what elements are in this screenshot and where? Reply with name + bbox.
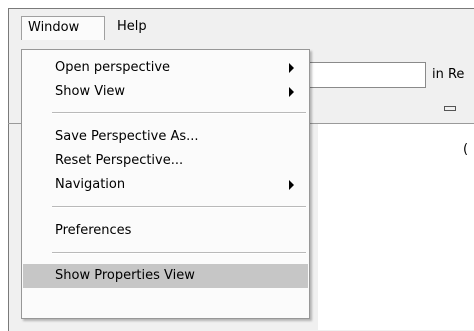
submenu-arrow-icon: [289, 87, 294, 97]
search-scope-label: in Re: [432, 67, 465, 82]
menu-item-save-perspective-as[interactable]: Save Perspective As...: [23, 125, 308, 149]
menu-item-label: Save Perspective As...: [55, 129, 199, 144]
submenu-arrow-icon: [289, 180, 294, 190]
submenu-arrow-icon: [289, 63, 294, 73]
menu-item-navigation[interactable]: Navigation: [23, 173, 308, 197]
menu-window[interactable]: Window: [21, 16, 105, 40]
menu-item-label: Show Properties View: [55, 268, 195, 283]
menu-item-reset-perspective[interactable]: Reset Perspective...: [23, 149, 308, 173]
menu-item-label: Reset Perspective...: [55, 153, 184, 168]
menu-item-preferences[interactable]: Preferences: [23, 219, 308, 243]
menu-separator: [52, 112, 306, 114]
search-field[interactable]: [300, 62, 426, 88]
menu-item-label: Navigation: [55, 177, 126, 192]
menu-separator: [52, 206, 306, 208]
menu-item-open-perspective[interactable]: Open perspective: [23, 56, 308, 80]
menu-item-label: Show View: [55, 84, 126, 99]
menu-help[interactable]: Help: [111, 16, 153, 40]
menu-item-show-properties-view[interactable]: Show Properties View: [23, 264, 308, 288]
menu-item-show-view[interactable]: Show View: [23, 80, 308, 104]
window-menu-dropdown: Open perspective Show View Save Perspect…: [21, 49, 310, 319]
menu-separator: [52, 252, 306, 254]
view-header-text: (: [463, 142, 469, 157]
menu-item-label: Open perspective: [55, 60, 171, 75]
menu-item-label: Preferences: [55, 223, 132, 238]
editor-area: [318, 124, 474, 330]
menu-bar: Window Help: [9, 9, 474, 41]
minimize-icon[interactable]: [444, 106, 456, 111]
